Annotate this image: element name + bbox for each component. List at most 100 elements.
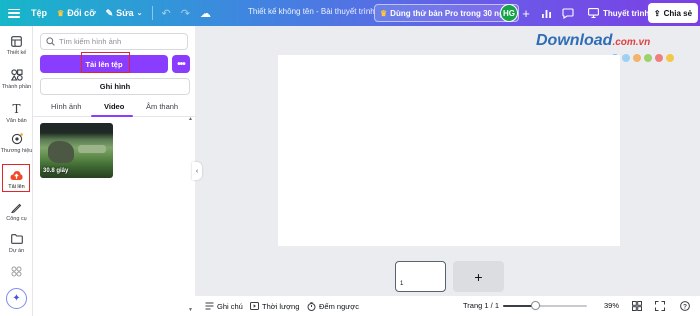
rail-item-tools[interactable]: Công cụ (0, 200, 33, 222)
rail-item-text[interactable]: T Văn bản (0, 102, 33, 124)
zoom-level[interactable]: 39% (604, 301, 619, 310)
timer-label: Đếm ngược (319, 301, 359, 311)
video-duration: 30.8 giây (43, 168, 69, 174)
watermark-brand: Download (536, 32, 613, 49)
watermark-dot (666, 54, 674, 62)
draw-icon (10, 200, 24, 214)
svg-text:?: ? (683, 303, 687, 310)
rail-item-apps[interactable] (0, 264, 33, 278)
magic-assistant-button[interactable]: ✦ (6, 288, 27, 309)
search-input[interactable] (59, 37, 179, 46)
more-options-button[interactable]: ••• (172, 55, 190, 73)
shapes-icon (10, 68, 24, 82)
toolbar-divider (151, 6, 153, 20)
chevron-down-icon: ⌄ (136, 10, 143, 17)
page-thumbnail[interactable]: 1 (395, 261, 446, 292)
tab-images[interactable]: Hình ảnh (51, 102, 81, 111)
comment-icon (562, 7, 574, 19)
file-menu[interactable]: Tệp (26, 3, 52, 23)
comments-button[interactable] (560, 5, 576, 21)
rail-label: Thiết kế (6, 50, 27, 56)
undo-button[interactable]: ↶ (157, 3, 176, 23)
undo-icon: ↶ (161, 7, 171, 20)
video-frame-hill (78, 145, 106, 153)
edit-label: Sửa (116, 8, 134, 18)
more-dots-icon: ••• (177, 58, 185, 70)
share-icon: ⇪ (653, 8, 661, 18)
record-button[interactable]: Ghi hình (40, 78, 190, 95)
apps-icon (10, 264, 24, 278)
rail-item-projects[interactable]: Dự án (0, 232, 33, 254)
tab-video[interactable]: Video (104, 102, 124, 111)
text-icon: T (12, 102, 21, 116)
rail-label: Văn bản (6, 118, 27, 124)
duration-button[interactable]: Thời lượng (249, 301, 299, 311)
tab-audio[interactable]: Âm thanh (146, 102, 178, 111)
design-page[interactable] (278, 55, 620, 246)
crown-icon: ♛ (57, 8, 65, 18)
grid-view-icon (632, 301, 642, 311)
uploads-highlight (2, 164, 30, 192)
watermark-dot (655, 54, 663, 62)
timer-button[interactable]: Đếm ngược (306, 301, 359, 311)
watermark-dots (611, 54, 677, 62)
add-page-button[interactable]: + (453, 261, 504, 292)
resize-label: Đổi cỡ (67, 8, 96, 18)
page-indicator[interactable]: Trang 1 / 1 (463, 301, 499, 310)
rail-item-brand[interactable]: Thương hiệu (0, 132, 33, 154)
chevron-left-icon: ‹ (195, 167, 199, 175)
search-icon (46, 37, 55, 46)
edit-button[interactable]: ✎ Sửa ⌄ (101, 3, 148, 23)
fullscreen-icon (655, 301, 665, 311)
search-box[interactable] (40, 33, 188, 50)
pro-trial-label: Dùng thử bản Pro trong 30 ngày (390, 8, 513, 18)
scroll-down-icon[interactable]: ▼ (188, 307, 193, 313)
upload-button-highlight (81, 52, 130, 73)
scroll-up-icon[interactable]: ▲ (188, 116, 193, 122)
bar-chart-icon (541, 9, 551, 18)
layout-icon (10, 34, 24, 48)
brand-icon (10, 132, 24, 146)
pencil-icon: ✎ (105, 7, 114, 18)
redo-icon: ↷ (180, 7, 190, 20)
rail-item-elements[interactable]: Thành phần (0, 68, 33, 90)
zoom-slider[interactable] (503, 301, 587, 310)
notes-label: Ghi chú (217, 301, 243, 311)
grid-view-button[interactable] (632, 301, 642, 313)
page-thumb-number: 1 (400, 281, 404, 287)
rail-label: Công cụ (6, 216, 27, 222)
watermark: Download.com.vn (536, 32, 650, 50)
pro-trial-button[interactable]: ♛ Dùng thử bản Pro trong 30 ngày (374, 4, 519, 22)
collapse-panel-button[interactable]: ‹ (192, 162, 202, 180)
rail-label: Dự án (8, 248, 25, 254)
share-button[interactable]: ⇪ Chia sẻ (648, 3, 698, 23)
help-button[interactable]: ? (680, 301, 690, 313)
help-icon: ? (680, 301, 690, 311)
add-collaborator-button[interactable]: + (518, 5, 534, 21)
insights-button[interactable] (538, 5, 554, 21)
redo-button[interactable]: ↷ (176, 3, 195, 23)
watermark-domain: .com.vn (612, 37, 651, 48)
duration-label: Thời lượng (262, 301, 300, 311)
video-thumbnail[interactable]: 30.8 giây (40, 123, 113, 178)
share-label: Chia sẻ (663, 8, 693, 18)
present-button[interactable]: Thuyết trình (584, 4, 653, 22)
notes-button[interactable]: Ghi chú (204, 301, 243, 311)
menu-icon[interactable] (8, 8, 20, 18)
notes-icon (204, 301, 214, 311)
fullscreen-button[interactable] (655, 301, 665, 313)
cloud-save-button[interactable]: ☁ (195, 3, 216, 23)
rail-label: Thành phần (1, 84, 32, 90)
video-frame-rock (48, 141, 74, 163)
cloud-icon: ☁ (199, 7, 211, 20)
present-icon (588, 8, 599, 18)
present-label: Thuyết trình (603, 8, 650, 18)
avatar[interactable]: HG (500, 4, 518, 22)
document-title[interactable]: Thiết kế không tên - Bài thuyết trình (248, 7, 375, 16)
resize-button[interactable]: ♛ Đổi cỡ (52, 3, 101, 23)
crown-icon: ♛ (380, 8, 388, 18)
timer-icon (306, 301, 316, 311)
rail-label: Thương hiệu (0, 148, 33, 154)
rail-item-design[interactable]: Thiết kế (0, 34, 33, 56)
watermark-dot (633, 54, 641, 62)
